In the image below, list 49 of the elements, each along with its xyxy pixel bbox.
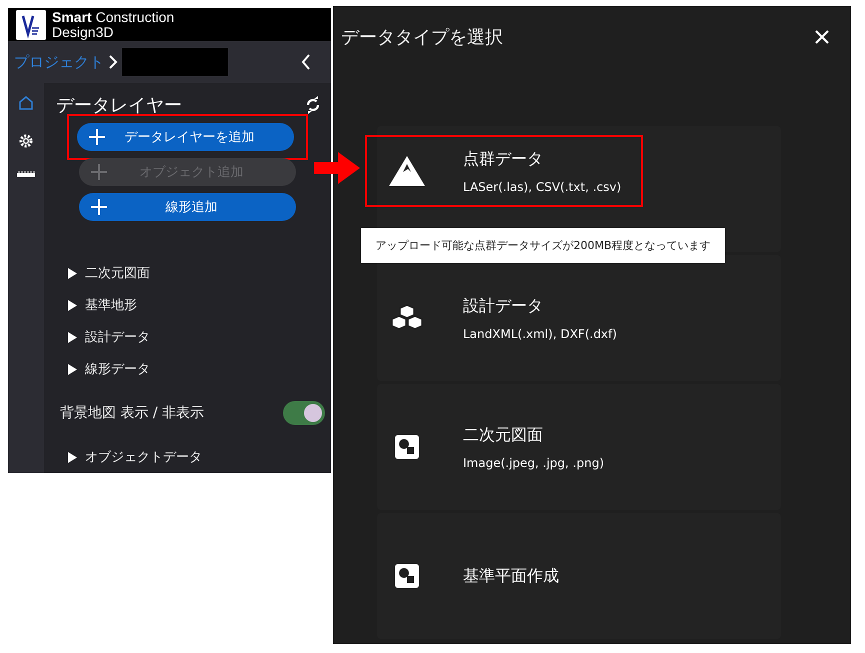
expand-icon (68, 364, 77, 374)
layer-group[interactable]: 線形データ (56, 353, 331, 385)
layer-group[interactable]: 設計データ (56, 321, 331, 353)
brand-name: Smart Construction (52, 10, 174, 25)
data-type-card[interactable]: 設計データ LandXML(.xml), DXF(.dxf) (377, 255, 781, 381)
plus-icon (91, 164, 107, 180)
image-icon (395, 435, 419, 459)
panel-title: データレイヤー (56, 94, 182, 117)
option-title: 基準平面作成 (463, 566, 559, 586)
data-type-card[interactable]: 基準平面作成 (377, 513, 781, 639)
group-label: 基準地形 (85, 297, 137, 314)
add-button[interactable]: データレイヤーを追加 (77, 123, 294, 151)
chevron-right-icon (108, 55, 118, 70)
pointer-arrow (314, 150, 360, 186)
option-title: 点群データ (463, 148, 544, 170)
tooltip: アップロード可能な点群データサイズが200MB程度となっています (361, 228, 725, 263)
home-icon[interactable] (18, 95, 34, 111)
expand-icon (68, 452, 77, 462)
option-title: 設計データ (463, 296, 544, 316)
settings-icon[interactable] (18, 133, 34, 149)
toggle-label: 背景地図 表示 / 非表示 (60, 404, 204, 422)
group-label: 二次元図面 (85, 265, 150, 282)
add-button[interactable]: 線形追加 (79, 193, 296, 221)
brand-name: Design3D (52, 24, 114, 40)
mountain-icon (388, 155, 426, 187)
group-label: 線形データ (85, 361, 150, 378)
option-formats: LASer(.las), CSV(.txt, .csv) (463, 180, 622, 194)
close-icon[interactable] (815, 30, 829, 44)
option-formats: Image(.jpeg, .jpg, .png) (463, 456, 604, 470)
layer-group[interactable]: オブジェクトデータ (56, 441, 331, 473)
expand-icon (68, 332, 77, 342)
group-label: オブジェクトデータ (85, 449, 202, 466)
chevron-left-icon[interactable] (301, 54, 311, 70)
expand-icon (68, 268, 77, 278)
dialog-title: データタイプを選択 (341, 26, 503, 49)
plus-icon (91, 199, 107, 215)
option-title: 二次元図面 (463, 424, 544, 446)
layer-group[interactable]: 基準地形 (56, 289, 331, 321)
plus-icon (89, 129, 105, 145)
group-label: 設計データ (85, 329, 150, 346)
layer-group[interactable]: 二次元図面 (56, 257, 331, 289)
expand-icon (68, 300, 77, 310)
refresh-icon[interactable] (305, 96, 321, 114)
ruler-icon[interactable] (17, 171, 35, 177)
image-icon (395, 564, 419, 588)
option-formats: LandXML(.xml), DXF(.dxf) (463, 326, 617, 340)
toggle-switch[interactable] (283, 401, 325, 425)
logo-icon (16, 10, 46, 40)
data-type-card[interactable]: 二次元図面 Image(.jpeg, .jpg, .png) (377, 384, 781, 510)
